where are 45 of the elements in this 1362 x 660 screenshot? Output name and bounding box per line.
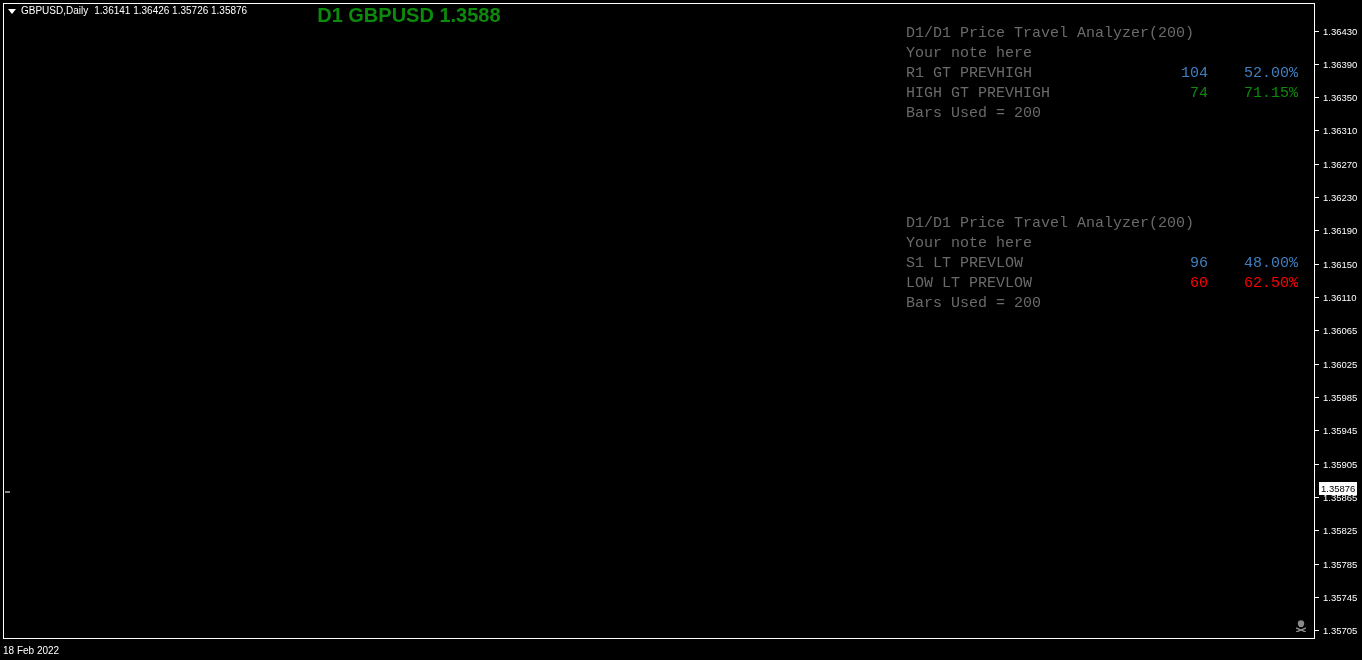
panel-note: Your note here — [906, 234, 1034, 254]
stat-label: R1 GT PREVHIGH — [906, 64, 1034, 84]
price-label: 1.35705 — [1323, 625, 1358, 637]
stat-count: 74 — [1189, 84, 1208, 104]
price-label: 1.36230 — [1323, 192, 1358, 204]
price-label: 1.35745 — [1323, 592, 1358, 604]
stat-count: 104 — [1180, 64, 1208, 84]
price-label: 1.35985 — [1323, 392, 1358, 404]
price-label: 1.36025 — [1323, 358, 1358, 370]
skull-icon — [1296, 620, 1306, 632]
panel-title: D1/D1 Price Travel Analyzer(200) — [906, 214, 1196, 234]
price-label: 1.36430 — [1323, 25, 1358, 37]
price-label: 1.36310 — [1323, 125, 1358, 137]
panel-title: D1/D1 Price Travel Analyzer(200) — [906, 24, 1196, 44]
price-label: 1.36065 — [1323, 325, 1358, 337]
price-label: 1.35945 — [1323, 425, 1358, 437]
stat-percent: 62.50% — [1243, 274, 1298, 294]
price-label: 1.36350 — [1323, 92, 1358, 104]
price-label: 1.36270 — [1323, 158, 1358, 170]
price-label: 1.35865 — [1323, 492, 1358, 504]
current-price-label: 1.35876 — [1319, 482, 1358, 495]
price-marker — [5, 491, 10, 493]
price-label: 1.35785 — [1323, 558, 1358, 570]
chart-headline: D1 GBPUSD 1.3588 — [317, 4, 501, 26]
price-label: 1.35825 — [1323, 525, 1358, 537]
ohlc-values: 1.36141 1.36426 1.35726 1.35876 — [94, 4, 248, 18]
stat-label: LOW LT PREVLOW — [906, 274, 1034, 294]
price-label: 1.36110 — [1323, 292, 1357, 304]
panel-note: Your note here — [906, 44, 1034, 64]
stat-count: 96 — [1189, 254, 1208, 274]
stat-label: HIGH GT PREVHIGH — [906, 84, 1052, 104]
price-label: 1.36390 — [1323, 58, 1358, 70]
bars-used: Bars Used = 200 — [906, 104, 1043, 124]
stat-label: S1 LT PREVLOW — [906, 254, 1025, 274]
chart-symbol: GBPUSD,Daily — [21, 4, 89, 18]
bars-used: Bars Used = 200 — [906, 294, 1043, 314]
price-label: 1.36190 — [1323, 225, 1358, 237]
dropdown-caret-icon[interactable] — [8, 9, 16, 14]
stat-percent: 52.00% — [1243, 64, 1298, 84]
date-label: 18 Feb 2022 — [3, 644, 60, 658]
price-label: 1.35905 — [1323, 458, 1358, 470]
price-label: 1.36150 — [1323, 258, 1358, 270]
stat-percent: 48.00% — [1243, 254, 1298, 274]
stat-count: 60 — [1189, 274, 1208, 294]
stat-percent: 71.15% — [1243, 84, 1298, 104]
